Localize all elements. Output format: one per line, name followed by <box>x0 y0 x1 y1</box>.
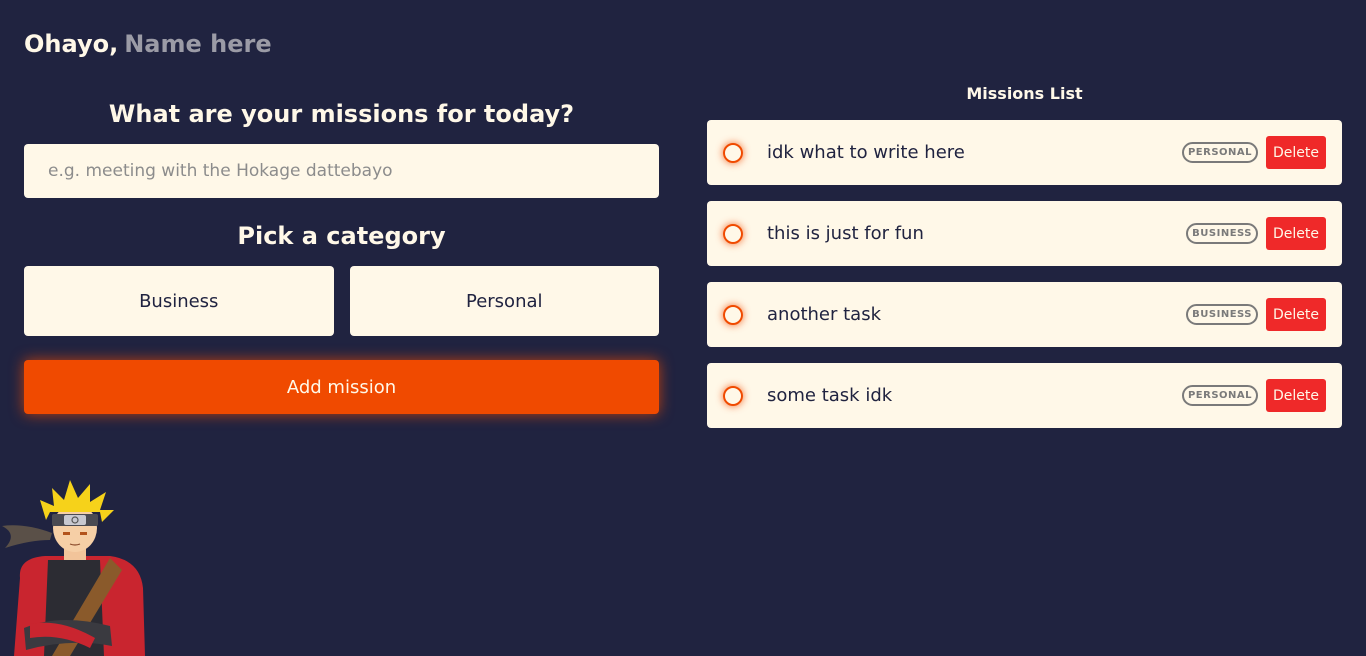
delete-button[interactable]: Delete <box>1266 217 1326 250</box>
naruto-avatar-icon <box>2 480 145 656</box>
task-checkbox[interactable] <box>723 304 743 325</box>
task-text: idk what to write here <box>767 142 965 163</box>
task-text: another task <box>767 304 882 325</box>
greeting-prefix: Ohayo, <box>24 30 119 58</box>
task-item: idk what to write here PERSONAL Delete <box>707 120 1342 185</box>
delete-button[interactable]: Delete <box>1266 136 1326 169</box>
greeting: Ohayo, <box>24 30 425 58</box>
category-personal-button[interactable]: Personal <box>349 266 659 336</box>
form-heading: What are your missions for today? <box>108 100 575 128</box>
task-item: this is just for fun BUSINESS Delete <box>707 201 1342 266</box>
mission-form: What are your missions for today? Pick a… <box>24 100 659 414</box>
delete-button[interactable]: Delete <box>1266 298 1326 331</box>
delete-button[interactable]: Delete <box>1266 379 1326 412</box>
category-options: Business Personal <box>24 266 659 336</box>
category-badge: PERSONAL <box>1181 142 1258 163</box>
task-checkbox[interactable] <box>723 223 743 244</box>
name-input[interactable] <box>124 30 425 58</box>
missions-panel: Missions List idk what to write here PER… <box>707 84 1342 428</box>
task-checkbox[interactable] <box>723 385 743 406</box>
task-item: another task BUSINESS Delete <box>707 282 1342 347</box>
task-checkbox[interactable] <box>723 142 743 163</box>
category-heading: Pick a category <box>237 222 446 250</box>
category-badge: BUSINESS <box>1186 223 1258 244</box>
task-item: some task idk PERSONAL Delete <box>707 363 1342 428</box>
task-text: some task idk <box>767 385 893 406</box>
missions-list: idk what to write here PERSONAL Delete t… <box>707 120 1342 428</box>
category-badge: BUSINESS <box>1186 304 1258 325</box>
mission-input[interactable] <box>24 144 659 198</box>
add-mission-button[interactable]: Add mission <box>24 360 659 414</box>
category-business-button[interactable]: Business <box>24 266 334 336</box>
category-badge: PERSONAL <box>1181 385 1258 406</box>
task-text: this is just for fun <box>767 223 924 244</box>
missions-list-title: Missions List <box>966 84 1083 103</box>
